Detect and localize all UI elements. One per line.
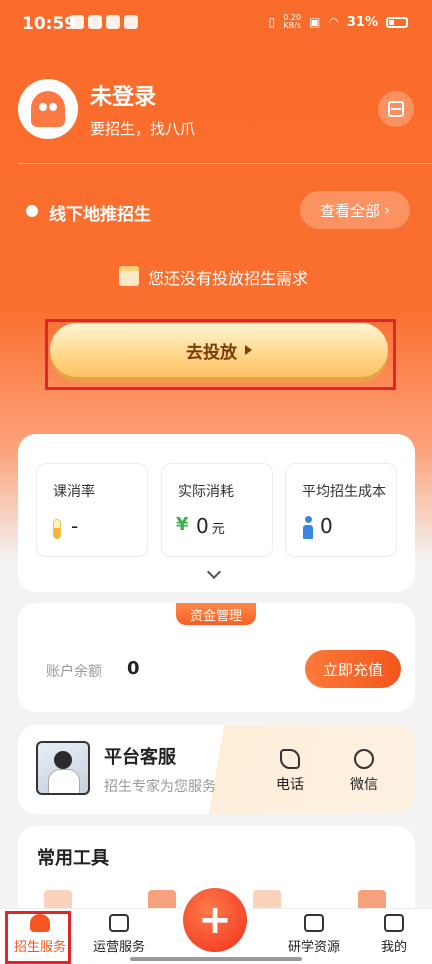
phone-label: 电话 bbox=[276, 777, 304, 793]
app-icon bbox=[88, 15, 102, 29]
octopus-logo-icon bbox=[31, 91, 65, 127]
scan-icon bbox=[388, 101, 404, 117]
nav-study-resources[interactable]: 研学资源 bbox=[276, 914, 352, 955]
nav-label: 我的 bbox=[380, 940, 407, 955]
empty-state-text: 您还没有投放招生需求 bbox=[148, 269, 309, 288]
launch-button[interactable]: 去投放 bbox=[50, 323, 388, 377]
divider bbox=[18, 163, 432, 164]
service-title: 平台客服 bbox=[104, 747, 176, 768]
chevron-right-icon: › bbox=[384, 201, 390, 219]
user-icon bbox=[384, 914, 404, 932]
stat-card[interactable]: 实际消耗 ¥ 0元 bbox=[161, 463, 273, 557]
section-title: 线下地推招生 bbox=[49, 205, 151, 225]
profile-name[interactable]: 未登录 bbox=[90, 79, 156, 111]
launch-label: 去投放 bbox=[186, 342, 237, 363]
play-arrow-icon bbox=[245, 345, 252, 355]
nav-mine[interactable]: 我的 bbox=[356, 914, 432, 955]
funds-tag: 资金管理 bbox=[176, 603, 256, 625]
stat-value: 0 bbox=[320, 514, 333, 538]
tiktok-icon bbox=[70, 15, 84, 29]
stat-card[interactable]: 课消率 - bbox=[36, 463, 148, 557]
sim-icon: ▣ bbox=[309, 15, 321, 29]
mail-icon bbox=[106, 15, 120, 29]
battery-icon bbox=[386, 16, 408, 28]
phone-icon bbox=[280, 749, 300, 769]
link-icon bbox=[124, 15, 138, 29]
nav-label: 运营服务 bbox=[92, 940, 145, 955]
lightbulb-icon bbox=[304, 914, 324, 932]
stat-value: - bbox=[71, 514, 79, 538]
highlight-frame bbox=[5, 911, 71, 964]
wechat-label: 微信 bbox=[350, 777, 378, 793]
yen-icon: ¥ bbox=[176, 514, 189, 535]
view-all-label: 查看全部 bbox=[319, 201, 380, 220]
stat-label: 实际消耗 bbox=[178, 484, 234, 500]
home-indicator[interactable] bbox=[130, 957, 302, 961]
recharge-button[interactable]: 立即充值 bbox=[305, 650, 401, 688]
phone-button[interactable]: 电话 bbox=[266, 749, 314, 794]
stat-card[interactable]: 平均招生成本 0 bbox=[285, 463, 397, 557]
notification-icons bbox=[70, 15, 138, 29]
stat-unit: 元 bbox=[211, 522, 225, 537]
service-subtitle: 招生专家为您服务 bbox=[104, 779, 216, 795]
network-speed: 0.20 KB/s bbox=[283, 13, 302, 30]
nav-label: 研学资源 bbox=[287, 940, 340, 955]
wifi-icon: ◠ bbox=[328, 15, 339, 29]
person-icon bbox=[302, 516, 314, 540]
avatar[interactable] bbox=[18, 79, 78, 139]
tools-title: 常用工具 bbox=[37, 848, 109, 869]
profile-subtitle: 要招生，找八爪 bbox=[90, 120, 196, 138]
thermometer-icon bbox=[53, 519, 61, 539]
support-agent-photo bbox=[36, 741, 90, 795]
stat-value: 0元 bbox=[196, 514, 225, 538]
status-time: 10:59 bbox=[22, 14, 77, 34]
status-right: ▯ 0.20 KB/s ▣ ◠ 31% bbox=[269, 14, 408, 30]
scan-button[interactable] bbox=[378, 91, 414, 127]
battery-percent: 31% bbox=[346, 14, 378, 30]
stat-label: 课消率 bbox=[53, 484, 95, 500]
stat-label: 平均招生成本 bbox=[302, 484, 386, 500]
calendar-icon bbox=[119, 266, 139, 286]
view-all-button[interactable]: 查看全部 › bbox=[300, 191, 410, 229]
wechat-button[interactable]: 微信 bbox=[340, 749, 388, 794]
balance-label: 账户余额 bbox=[46, 664, 102, 680]
wechat-icon bbox=[354, 749, 374, 769]
nav-operation-service[interactable]: 运营服务 bbox=[81, 914, 157, 955]
add-button[interactable]: + bbox=[183, 888, 247, 952]
section-dot bbox=[26, 205, 38, 217]
vibrate-icon: ▯ bbox=[268, 15, 276, 29]
chart-icon bbox=[109, 914, 129, 932]
balance-value: 0 bbox=[127, 658, 140, 679]
status-bar: 10:59 ▯ 0.20 KB/s ▣ ◠ 31% bbox=[0, 0, 432, 52]
